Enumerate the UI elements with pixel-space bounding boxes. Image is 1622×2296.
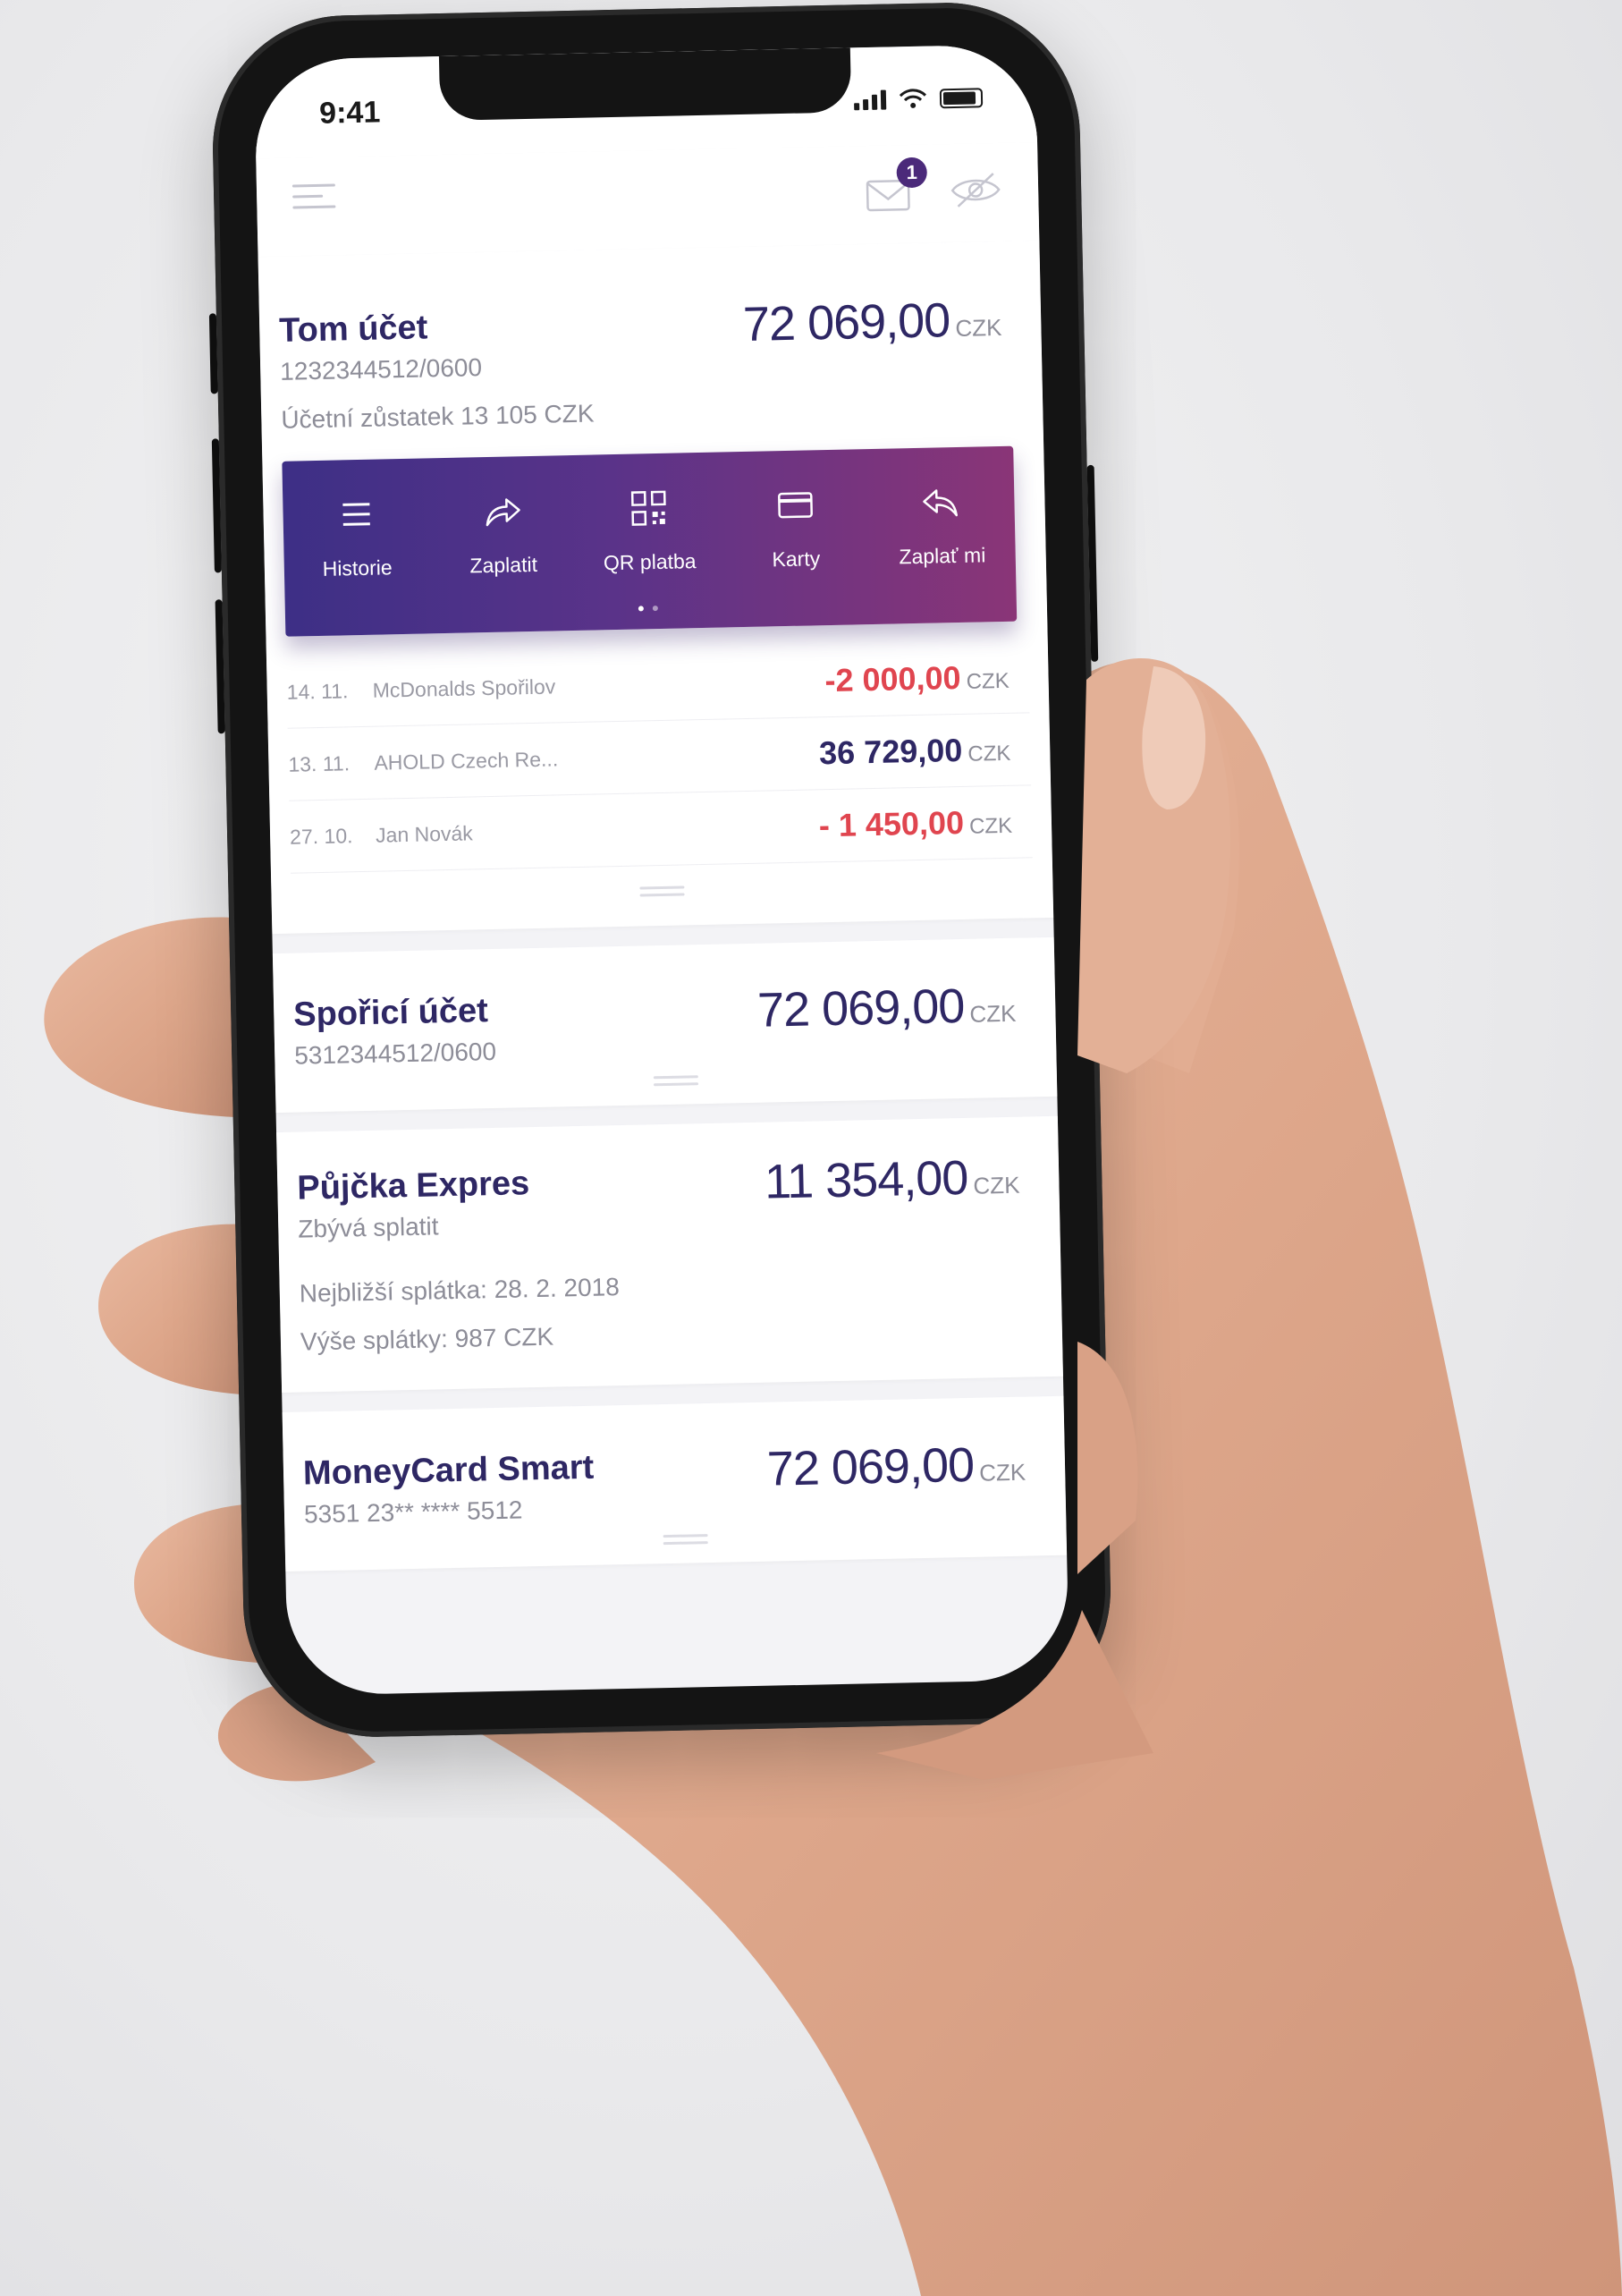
phone-frame: 9:41 1 Tom účet 1232344512/0600 Účetní z… [208,0,1114,1740]
action-request-payment[interactable]: Zaplať mi [873,446,1010,570]
share-arrow-icon [486,498,521,527]
card-icon [777,492,813,519]
transaction-date: 27. 10. [289,823,353,849]
notch [438,47,852,122]
moneycard-card[interactable]: MoneyCard Smart 5351 23** **** 5512 72 0… [282,1395,1068,1572]
action-qr-payment[interactable]: QR platba [580,453,717,576]
carousel-dots [638,606,658,612]
status-time: 9:41 [318,95,381,131]
notification-badge: 1 [896,157,928,189]
drag-handle-icon[interactable] [663,1521,708,1555]
loan-amount: 11 354,00 CZK [764,1149,1019,1210]
action-history-label: Historie [322,555,393,580]
hamburger-menu-icon[interactable] [291,183,336,216]
action-pay-label: Zaplatit [469,552,538,578]
savings-account-amount: 72 069,00 CZK [756,978,1016,1038]
app-bar: 1 [256,142,1040,258]
transaction-amount-value: -2 000,00 [824,658,961,699]
transaction-amount: - 1 450,00 CZK [818,803,1012,845]
action-request-payment-label: Zaplať mi [899,543,986,569]
transaction-date: 13. 11. [288,750,351,776]
transaction-amount: -2 000,00 CZK [824,658,1010,699]
moneycard-currency: CZK [978,1458,1026,1487]
signal-icon [854,89,887,111]
reply-arrow-icon [923,489,959,517]
main-account-amount: 72 069,00 CZK [742,292,1001,352]
action-qr-payment-label: QR platba [603,549,697,575]
loan-card[interactable]: Půjčka Expres Zbývá splatit Nejbližší sp… [276,1115,1063,1394]
silent-switch [208,313,218,394]
list-icon [342,503,370,526]
main-account-accounting-balance: Účetní zůstatek 13 105 CZK [281,399,595,434]
transaction-date: 14. 11. [286,678,349,704]
loan-amount-value: 11 354,00 [764,1150,968,1209]
transaction-amount: 36 729,00 CZK [819,731,1011,772]
action-pay[interactable]: Zaplatit [435,455,571,579]
main-account-card[interactable]: Tom účet 1232344512/0600 Účetní zůstatek… [258,241,1054,935]
transaction-amount-value: 36 729,00 [818,731,963,772]
transaction-row[interactable]: 27. 10. Jan Novák - 1 450,00 CZK [289,785,1033,874]
main-account-currency: CZK [955,313,1002,342]
loan-currency: CZK [973,1171,1020,1199]
hide-balance-eye-icon[interactable] [949,170,1003,210]
savings-account-card[interactable]: Spořicí účet 5312344512/0600 72 069,00 CZ… [272,936,1058,1114]
wifi-icon [899,89,926,108]
status-icons [854,86,984,111]
qr-code-icon [630,490,666,526]
moneycard-amount: 72 069,00 CZK [766,1436,1026,1497]
savings-account-currency: CZK [969,999,1017,1028]
transaction-currency: CZK [968,813,1013,839]
action-cards-label: Karty [772,546,821,572]
loan-payment-amount: Výše splátky: 987 CZK [300,1322,554,1356]
moneycard-amount-value: 72 069,00 [766,1437,975,1496]
transaction-currency: CZK [967,741,1011,767]
drag-handle-icon[interactable] [639,865,685,922]
savings-account-amount-value: 72 069,00 [756,979,965,1038]
action-cards[interactable]: Karty [727,449,864,572]
transaction-currency: CZK [966,668,1010,694]
battery-icon [939,88,984,109]
main-account-amount-value: 72 069,00 [742,293,950,352]
drag-handle-icon[interactable] [653,1062,699,1096]
transaction-amount-value: - 1 450,00 [818,803,965,844]
loan-next-payment: Nejbližší splátka: 28. 2. 2018 [299,1273,621,1308]
accounts-list: Tom účet 1232344512/0600 Účetní zůstatek… [258,241,1070,1696]
volume-down-button [215,599,225,734]
transactions-list: 14. 11. McDonalds Spořilov -2 000,00 CZK … [266,640,1052,874]
quick-actions-bar: Historie Zaplatit QR platba Karty Zaplať… [282,445,1018,637]
phone-screen: 9:41 1 Tom účet 1232344512/0600 Účetní z… [253,44,1070,1696]
action-history[interactable]: Historie [288,459,425,582]
